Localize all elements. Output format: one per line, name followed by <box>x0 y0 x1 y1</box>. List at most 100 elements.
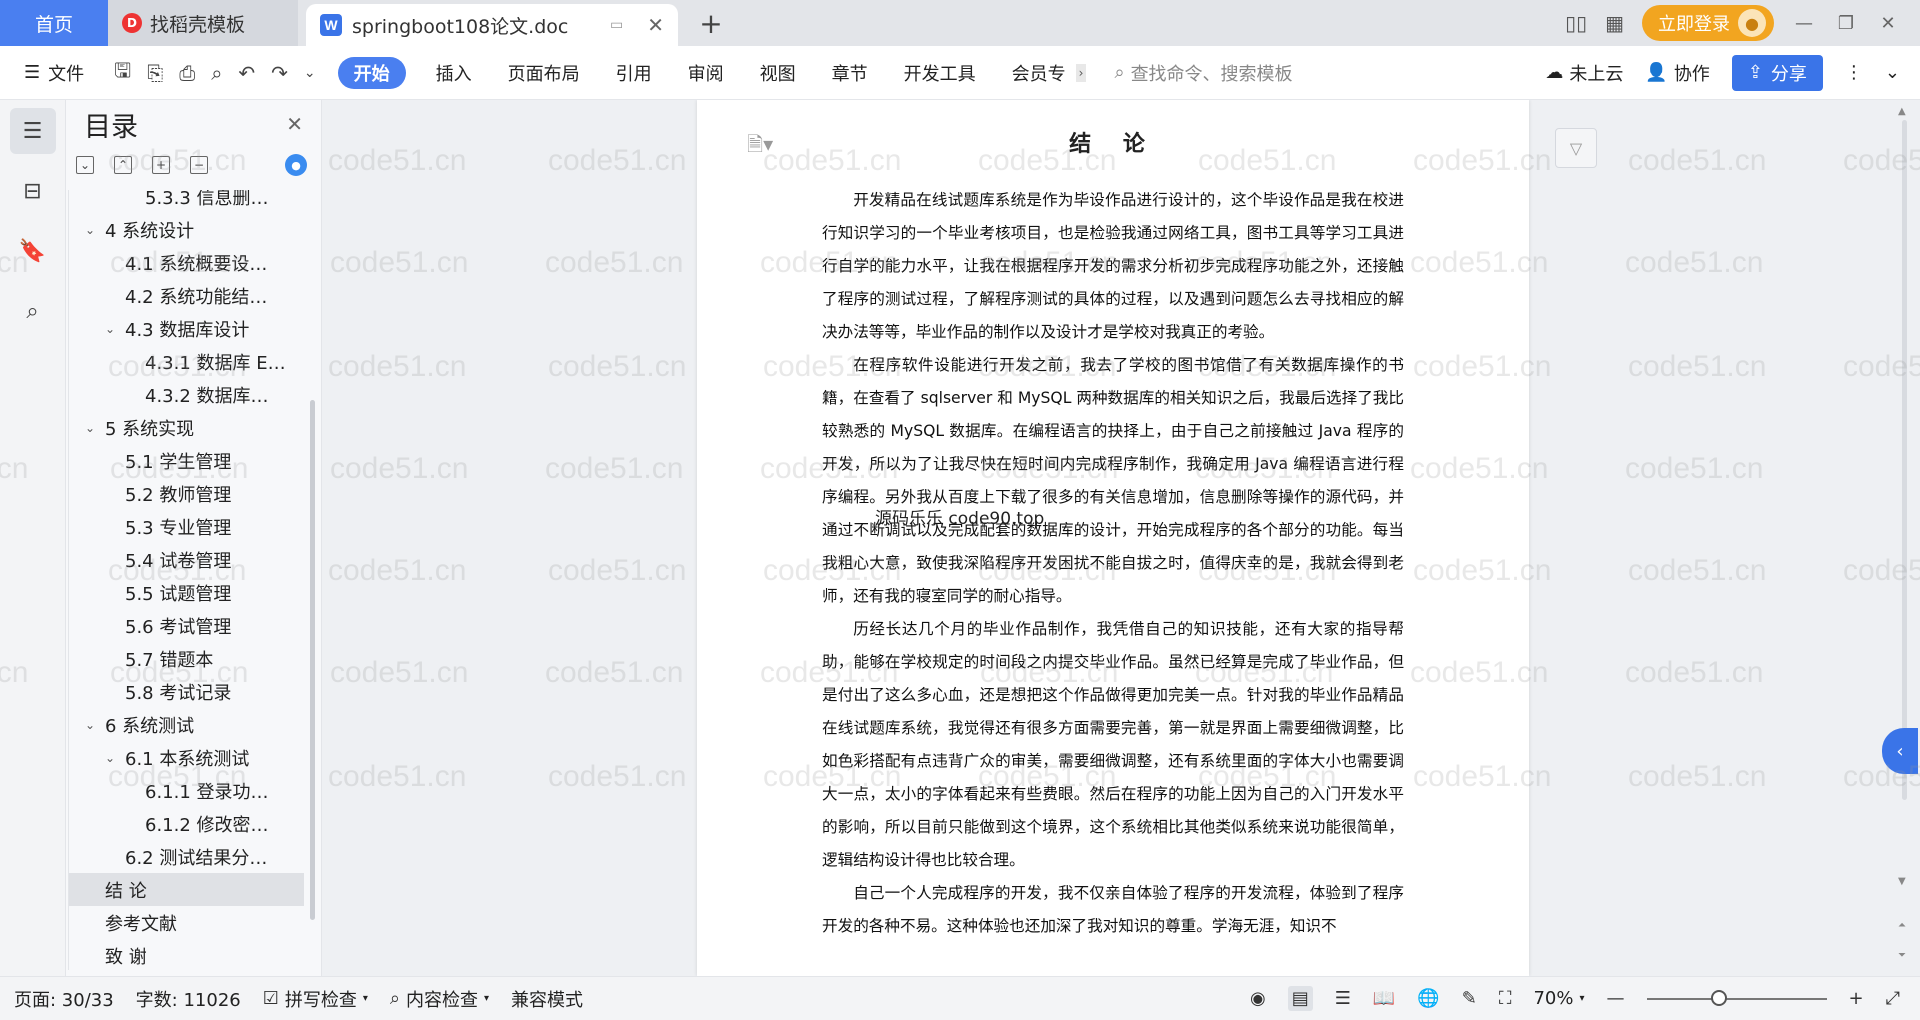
scroll-up-icon[interactable]: ▲ <box>1898 106 1906 117</box>
page-body[interactable]: 开发精品在线试题库系统是作为毕设作品进行设计的，这个毕设作品是我在校进行知识学习… <box>822 184 1404 943</box>
bookmark-icon[interactable]: 🔖 <box>10 228 56 274</box>
zoom-out-icon[interactable]: — <box>1607 988 1625 1009</box>
zoom-in-icon[interactable]: + <box>1849 988 1864 1009</box>
find-icon[interactable]: ⌕ <box>10 288 56 334</box>
tab-references[interactable]: 引用 <box>598 60 670 86</box>
toc-item[interactable]: ⌄ 6.1 本系统测试 <box>69 741 304 774</box>
toc-scrollbar[interactable] <box>310 400 315 920</box>
toc-item[interactable]: 5.3 专业管理 <box>69 510 304 543</box>
fit-page-icon[interactable]: ⛶ <box>1499 988 1512 1009</box>
more-options-icon[interactable]: ⋮ <box>1845 62 1863 83</box>
tab-chapter[interactable]: 章节 <box>814 60 886 86</box>
remove-heading-icon[interactable]: − <box>190 156 208 174</box>
write-mode-icon[interactable]: ✎ <box>1462 988 1477 1009</box>
toc-item[interactable]: 致 谢 <box>69 939 304 970</box>
chapter-nav-icon[interactable]: ⊟ <box>10 168 56 214</box>
toc-item[interactable]: 5.5 试题管理 <box>69 576 304 609</box>
toc-item[interactable]: ⌄ 5 系统实现 <box>69 411 304 444</box>
collapse-all-icon[interactable]: ⌃ <box>114 156 132 174</box>
reading-view-icon[interactable]: 📖 <box>1373 988 1395 1009</box>
cloud-status[interactable]: ☁ 未上云 <box>1545 60 1623 86</box>
export-icon[interactable]: ⎘ <box>147 61 163 85</box>
spell-check-button[interactable]: ☑ 拼写检查 ▾ <box>263 986 368 1012</box>
toc-item[interactable]: 4.1 系统概要设… <box>69 246 304 279</box>
word-count[interactable]: 字数: 11026 <box>136 986 241 1012</box>
toc-item[interactable]: 4.2 系统功能结… <box>69 279 304 312</box>
close-tab-icon[interactable]: ✕ <box>647 13 664 37</box>
web-view-icon[interactable]: 🌐 <box>1417 988 1439 1009</box>
toc-item[interactable]: 5.3.3 信息删… <box>69 190 304 213</box>
print-preview-icon[interactable]: ⌕ <box>211 61 222 85</box>
customize-chevron-icon[interactable]: ⌄ <box>304 65 316 81</box>
window-close-icon[interactable]: ✕ <box>1876 13 1900 34</box>
add-heading-icon[interactable]: + <box>152 156 170 174</box>
toc-item[interactable]: ⌄ 4.3 数据库设计 <box>69 312 304 345</box>
more-tabs-chevron-icon[interactable]: › <box>1075 63 1087 82</box>
toc-item[interactable]: 5.7 错题本 <box>69 642 304 675</box>
page-view-icon[interactable]: ▤ <box>1287 986 1313 1011</box>
toc-item[interactable]: 4.3.1 数据库 E… <box>69 345 304 378</box>
page-down-icon[interactable]: ⏷ <box>1898 950 1906 961</box>
tab-review[interactable]: 审阅 <box>670 60 742 86</box>
toc-item[interactable]: ⌄ 4 系统设计 <box>69 213 304 246</box>
tab-insert[interactable]: 插入 <box>418 60 490 86</box>
expand-all-icon[interactable]: ⌄ <box>76 156 94 174</box>
chevron-down-icon[interactable]: ⌄ <box>81 223 99 237</box>
chevron-down-icon[interactable]: ⌄ <box>81 718 99 732</box>
toc-item[interactable]: 6.2 测试结果分… <box>69 840 304 873</box>
page-up-icon[interactable]: ⏶ <box>1898 920 1906 931</box>
undo-icon[interactable]: ↶ <box>238 61 255 85</box>
tab-start[interactable]: 开始 <box>337 56 406 89</box>
close-icon[interactable]: ✕ <box>286 112 303 136</box>
toc-item[interactable]: 4.3.2 数据库… <box>69 378 304 411</box>
window-pin-icon[interactable]: ▭ <box>610 17 623 33</box>
login-button[interactable]: 立即登录 ● <box>1642 5 1774 41</box>
scroll-thumb[interactable] <box>1902 120 1907 800</box>
comment-marker-icon[interactable]: ▽ <box>1555 128 1597 168</box>
print-icon[interactable]: ⎙ <box>179 61 195 85</box>
toc-item[interactable]: 5.6 考试管理 <box>69 609 304 642</box>
toc-item[interactable]: 5.8 考试记录 <box>69 675 304 708</box>
toc-item[interactable]: 6.1.2 修改密… <box>69 807 304 840</box>
reading-layout-icon[interactable]: ▯▯ <box>1565 11 1587 35</box>
file-menu[interactable]: ☰ 文件 <box>0 60 98 86</box>
scroll-down-icon[interactable]: ▼ <box>1898 876 1906 887</box>
minimize-icon[interactable]: — <box>1792 13 1816 34</box>
new-tab-button[interactable]: + <box>688 0 734 46</box>
tab-developer[interactable]: 开发工具 <box>886 60 994 86</box>
vertical-scrollbar[interactable]: ▲ ▼ ⏶ ⏷ <box>1890 100 1920 976</box>
tab-home[interactable]: 首页 <box>0 0 108 46</box>
zoom-dropdown[interactable]: 70% ▾ <box>1533 988 1584 1009</box>
collapse-ribbon-icon[interactable]: ⌄ <box>1885 62 1900 83</box>
collaborate-button[interactable]: 👤 协作 <box>1645 60 1709 86</box>
chevron-down-icon[interactable]: ⌄ <box>101 322 119 336</box>
tab-document[interactable]: W springboot108论文.doc ▭ ✕ <box>306 4 678 46</box>
share-button[interactable]: ⇪ 分享 <box>1731 54 1823 91</box>
tab-member[interactable]: 会员专 <box>994 60 1084 86</box>
toc-panel-icon[interactable]: ☰ <box>9 108 56 154</box>
apps-grid-icon[interactable]: ▦ <box>1605 11 1624 35</box>
toc-item[interactable]: 参考文献 <box>69 906 304 939</box>
fullscreen-icon[interactable]: ⤢ <box>1886 988 1900 1009</box>
redo-icon[interactable]: ↷ <box>271 61 288 85</box>
chevron-down-icon[interactable]: ⌄ <box>81 421 99 435</box>
toc-item[interactable]: 结 论 <box>69 873 304 906</box>
content-check-button[interactable]: ⌕ 内容检查 ▾ <box>390 986 489 1012</box>
chevron-down-icon[interactable]: ⌄ <box>101 751 119 765</box>
outline-view-icon[interactable]: ☰ <box>1335 988 1351 1009</box>
tab-view[interactable]: 视图 <box>742 60 814 86</box>
toc-item[interactable]: 6.1.1 登录功… <box>69 774 304 807</box>
restore-icon[interactable]: ❐ <box>1834 13 1858 34</box>
command-search[interactable]: ⌕ 查找命令、搜索模板 <box>1114 60 1292 86</box>
smart-toc-icon[interactable]: ● <box>285 154 307 176</box>
expand-side-panel-icon[interactable]: ‹ <box>1882 728 1918 774</box>
page-count[interactable]: 页面: 30/33 <box>14 986 114 1012</box>
toc-item[interactable]: ⌄ 6 系统测试 <box>69 708 304 741</box>
tab-page-layout[interactable]: 页面布局 <box>490 60 598 86</box>
document-page[interactable]: 🗎▾ 结 论 开发精品在线试题库系统是作为毕设作品进行设计的，这个毕设作品是我在… <box>697 100 1529 976</box>
eye-protection-icon[interactable]: ◉ <box>1250 988 1266 1009</box>
zoom-slider-knob[interactable] <box>1710 989 1727 1006</box>
toc-item[interactable]: 5.1 学生管理 <box>69 444 304 477</box>
toc-item[interactable]: 5.4 试卷管理 <box>69 543 304 576</box>
toc-item[interactable]: 5.2 教师管理 <box>69 477 304 510</box>
